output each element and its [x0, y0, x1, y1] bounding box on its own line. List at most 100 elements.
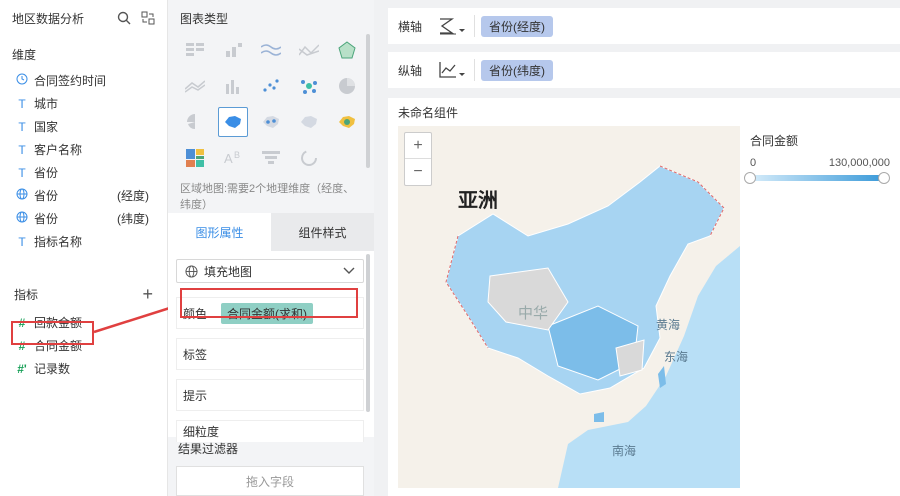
tooltip-property-row[interactable]: 提示 — [176, 379, 364, 411]
highlight-box-color — [180, 288, 358, 318]
dataset-title: 地区数据分析 — [12, 11, 85, 26]
legend-title: 合同金额 — [750, 134, 799, 148]
zoom-control: + − — [404, 132, 432, 186]
line-chart-icon[interactable] — [256, 35, 286, 65]
chart-config-panel: 图表类型 AB 区域地图:需要2个地理维度（经度、纬度） 图形属性 组件样式 填… — [168, 0, 374, 496]
treemap-icon[interactable] — [180, 143, 210, 173]
flow-map-icon[interactable] — [294, 107, 324, 137]
measure-label: 记录数 — [34, 362, 71, 376]
dimension-suffix: (纬度) — [117, 212, 149, 226]
word-cloud-icon[interactable]: AB — [218, 143, 248, 173]
dimension-label: 省份 — [34, 212, 59, 226]
highlight-box-measure — [11, 321, 94, 345]
dimension-label: 城市 — [34, 97, 59, 111]
y-axis-row: 纵轴 省份(纬度) — [388, 52, 900, 88]
legend-max-handle[interactable] — [878, 172, 890, 184]
granularity-property-label: 细粒度 — [183, 425, 220, 439]
dimension-label: 省份 — [34, 189, 59, 203]
y-axis-label: 纵轴 — [398, 63, 423, 78]
map-label-east-sea: 东海 — [664, 350, 689, 364]
y-axis-field-pill[interactable]: 省份(纬度) — [481, 59, 553, 81]
table-chart-icon[interactable] — [180, 35, 210, 65]
graphic-properties-panel: 填充地图 颜色 合同金额(求和) 标签 提示 细粒度 — [168, 251, 374, 442]
legend-min: 0 — [750, 157, 757, 169]
x-axis-type-icon[interactable] — [438, 17, 472, 35]
svg-text:A: A — [224, 151, 233, 166]
label-property-row[interactable]: 标签 — [176, 338, 364, 370]
dimension-item[interactable]: 合同签约时间 — [0, 69, 167, 92]
dimensions-title: 维度 — [12, 48, 37, 62]
rose-chart-icon[interactable] — [180, 107, 210, 137]
dimension-item[interactable]: 省份 (纬度) — [0, 207, 167, 230]
measures-title: 指标 — [14, 287, 39, 302]
radar-chart-icon[interactable] — [332, 35, 362, 65]
column-chart-icon[interactable] — [218, 71, 248, 101]
tab-graphic-properties[interactable]: 图形属性 — [168, 213, 271, 251]
text-type-icon: T — [18, 142, 26, 157]
granularity-property-row[interactable]: 细粒度 — [176, 420, 364, 442]
chevron-down-icon — [343, 267, 355, 274]
field-panel: 地区数据分析 维度 合同签约时间 T 城市 T 国家 T 客户名称 T 省份 省份 (经度) 省份 (纬… — [0, 0, 168, 496]
chart-type-scrollbar[interactable] — [366, 34, 370, 168]
heat-map-icon[interactable] — [332, 107, 362, 137]
properties-scrollbar[interactable] — [366, 254, 370, 412]
region-map-icon[interactable] — [218, 107, 248, 137]
x-axis-separator — [474, 15, 475, 37]
multi-line-icon[interactable] — [180, 71, 210, 101]
y-axis-separator — [474, 59, 475, 81]
chart-type-title: 图表类型 — [180, 12, 229, 26]
dimension-item[interactable]: T 国家 — [0, 115, 167, 138]
map-type-select[interactable]: 填充地图 — [176, 259, 364, 283]
y-axis-type-icon[interactable] — [438, 61, 472, 79]
map-label-south-sea: 南海 — [612, 444, 637, 458]
svg-text:B: B — [234, 150, 240, 160]
dimension-item[interactable]: 省份 (经度) — [0, 184, 167, 207]
result-filter-title: 结果过滤器 — [178, 442, 239, 456]
search-icon[interactable] — [117, 11, 131, 25]
map-label-china: 中华 — [518, 305, 549, 322]
x-axis-label: 横轴 — [398, 19, 423, 34]
x-axis-field-pill[interactable]: 省份(经度) — [481, 15, 553, 37]
funnel-chart-icon[interactable] — [256, 143, 286, 173]
dimension-item[interactable]: T 指标名称 — [0, 230, 167, 253]
tab-component-style[interactable]: 组件样式 — [271, 213, 374, 251]
zoom-out-button[interactable]: − — [405, 159, 431, 185]
legend-range: 0 130,000,000 — [750, 157, 890, 169]
legend-min-handle[interactable] — [744, 172, 756, 184]
switch-dataset-icon[interactable] — [141, 11, 155, 25]
filter-drop-zone[interactable]: 拖入字段 — [176, 466, 364, 496]
dimension-label: 国家 — [34, 120, 59, 134]
globe-icon — [14, 211, 30, 226]
config-tabs: 图形属性 组件样式 — [168, 213, 374, 251]
dimension-item[interactable]: T 客户名称 — [0, 138, 167, 161]
dimension-suffix: (经度) — [117, 189, 149, 203]
tooltip-property-label: 提示 — [183, 388, 208, 403]
bubble-chart-icon[interactable] — [294, 71, 324, 101]
dimension-label: 指标名称 — [34, 235, 83, 249]
region-map[interactable]: + − 亚洲 中华 黄海 东海 南海 — [398, 126, 740, 488]
number-type-icon: #' — [17, 361, 27, 376]
point-map-icon[interactable] — [256, 107, 286, 137]
label-property-label: 标签 — [183, 347, 208, 362]
chart-type-grid: AB — [168, 35, 374, 173]
dimension-label: 合同签约时间 — [34, 74, 107, 88]
legend-gradient-bar — [744, 172, 890, 184]
pie-chart-icon[interactable] — [332, 71, 362, 101]
zoom-in-button[interactable]: + — [405, 133, 431, 159]
scatter-chart-icon[interactable] — [256, 71, 286, 101]
gauge-chart-icon[interactable] — [294, 143, 324, 173]
stacked-bar-icon[interactable] — [218, 35, 248, 65]
map-label-yellow-sea: 黄海 — [656, 318, 681, 332]
chart-canvas-area: 横轴 省份(经度) 纵轴 省份(纬度) 未命名组件 + − 亚洲 中华 黄海 东… — [374, 0, 900, 496]
dimension-label: 客户名称 — [34, 143, 83, 157]
measure-item[interactable]: #' 记录数 — [0, 357, 167, 380]
text-type-icon: T — [18, 119, 26, 134]
dimension-item[interactable]: T 省份 — [0, 161, 167, 184]
map-label-asia: 亚洲 — [458, 190, 498, 212]
area-chart-icon[interactable] — [294, 35, 324, 65]
x-axis-row: 横轴 省份(经度) — [388, 8, 900, 44]
text-type-icon: T — [18, 234, 26, 249]
dimension-item[interactable]: T 城市 — [0, 92, 167, 115]
text-type-icon: T — [18, 96, 26, 111]
map-background — [398, 126, 740, 488]
